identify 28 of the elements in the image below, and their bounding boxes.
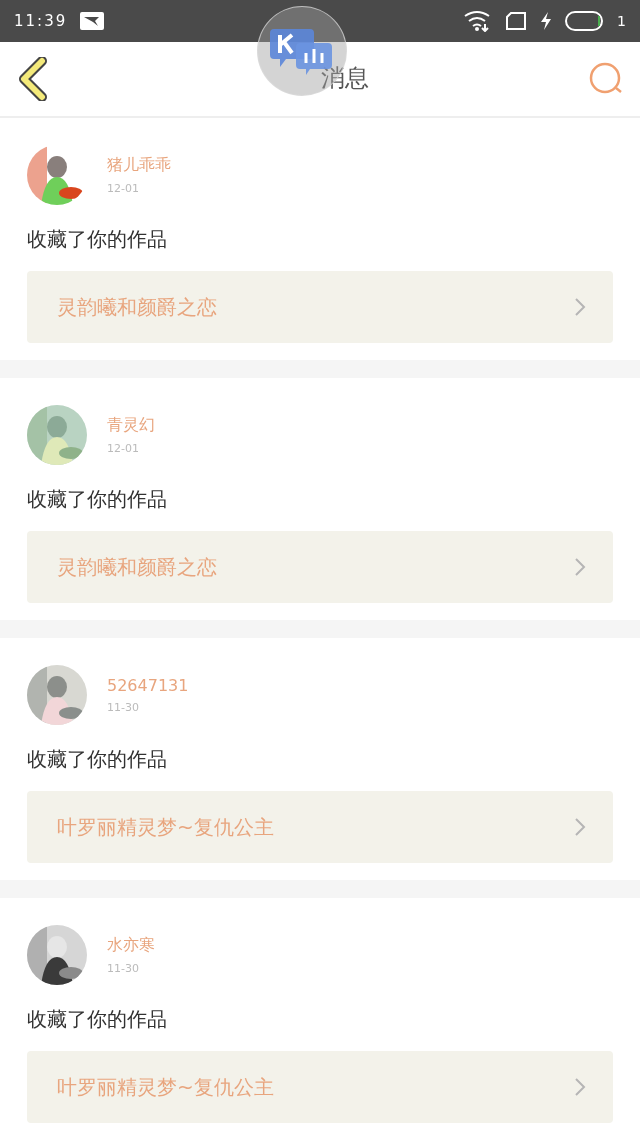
message-date: 11-30 [107, 701, 140, 714]
chevron-right-icon [573, 296, 587, 318]
message-text: 收藏了你的作品 [27, 487, 168, 511]
back-button[interactable] [18, 57, 48, 101]
page-title: 消息 [320, 63, 369, 94]
chevron-right-icon [573, 1076, 587, 1098]
work-link[interactable]: 灵韵曦和颜爵之恋 [27, 271, 613, 343]
charging-icon [539, 11, 554, 31]
chevron-right-icon [573, 816, 587, 838]
message-text: 收藏了你的作品 [27, 1007, 168, 1031]
status-time: 11:39 [14, 12, 68, 30]
message-text: 收藏了你的作品 [27, 747, 168, 771]
message-date: 11-30 [107, 962, 140, 975]
work-link[interactable]: 灵韵曦和颜爵之恋 [27, 531, 613, 603]
message-date: 12-01 [107, 442, 140, 455]
user-name[interactable]: 52647131 [107, 676, 189, 695]
work-link[interactable]: 叶罗丽精灵梦~复仇公主 [27, 1051, 613, 1123]
work-link[interactable]: 叶罗丽精灵梦~复仇公主 [27, 791, 613, 863]
sim-card-icon [505, 11, 528, 31]
chevron-right-icon [573, 556, 587, 578]
battery-icon [565, 10, 606, 32]
user-name[interactable]: 猪儿乖乖 [107, 155, 171, 176]
status-text: 1 [617, 13, 626, 29]
user-name[interactable]: 青灵幻 [107, 415, 155, 436]
message-date: 12-01 [107, 182, 140, 195]
user-name[interactable]: 水亦寒 [107, 935, 155, 956]
message-text: 收藏了你的作品 [27, 227, 168, 251]
image-icon [79, 11, 106, 31]
